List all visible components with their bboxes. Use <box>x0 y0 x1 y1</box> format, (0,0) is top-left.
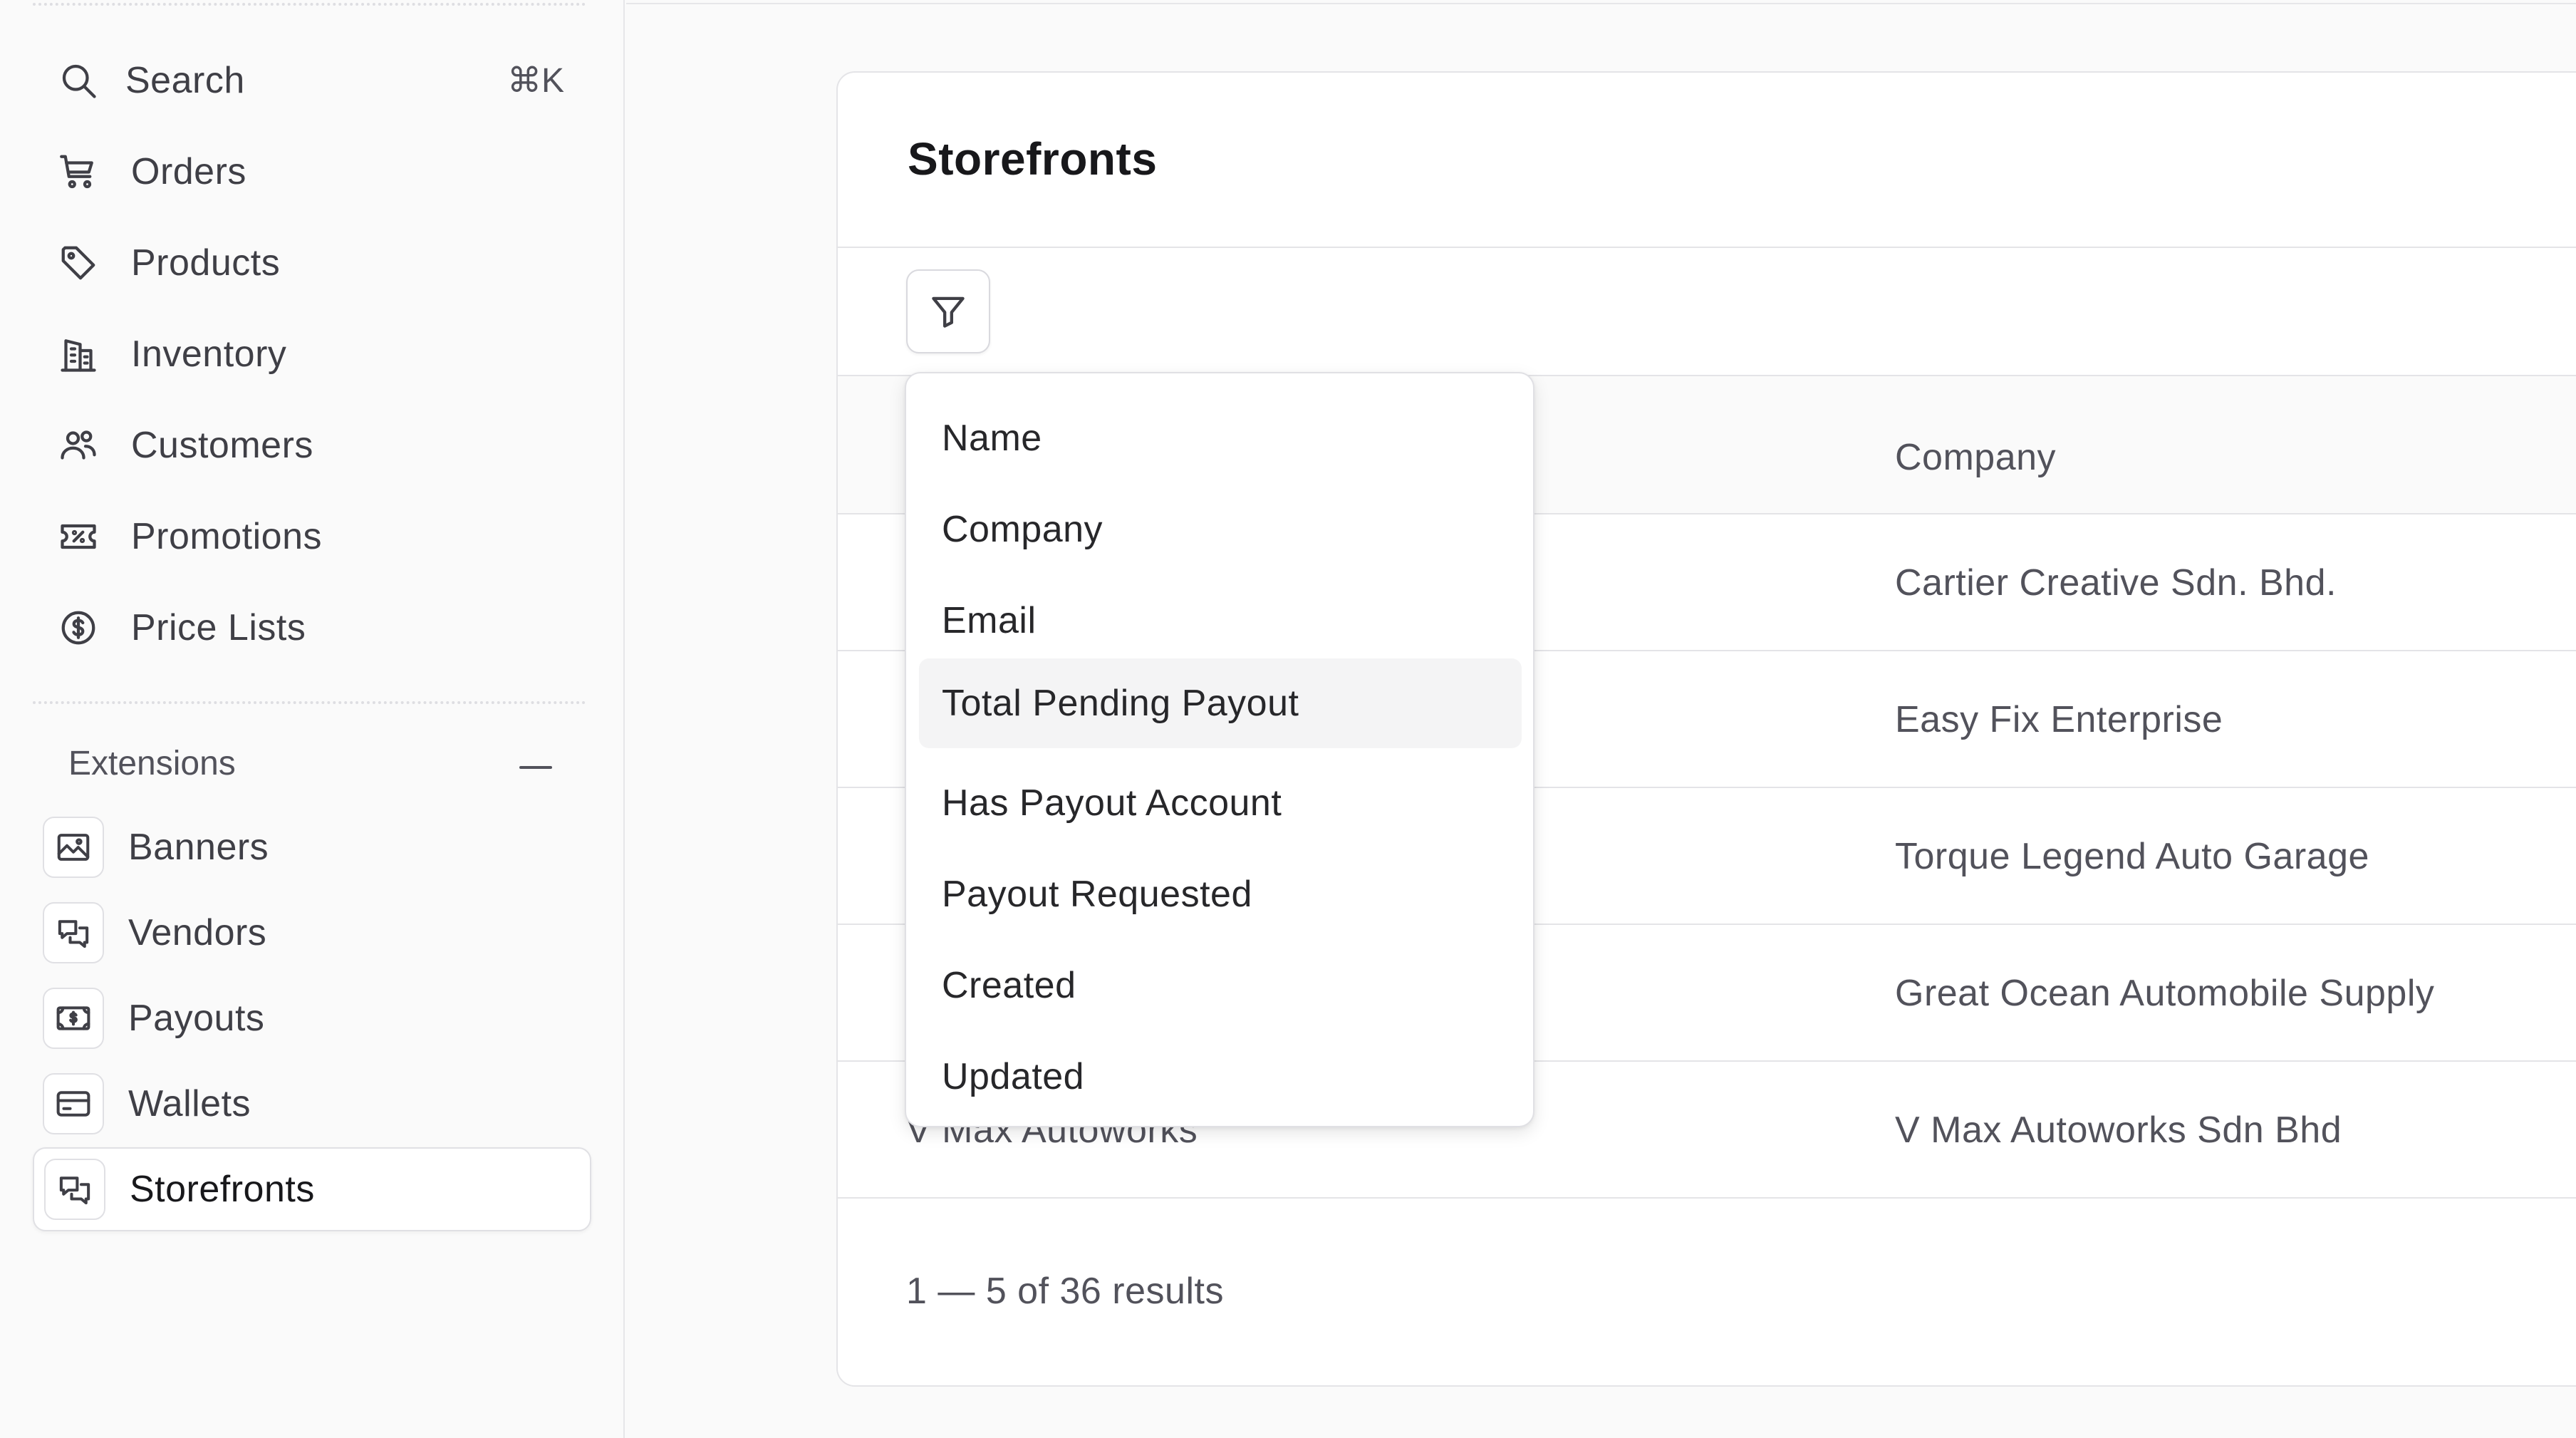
extensions-heading: Extensions <box>68 745 236 782</box>
page-title: Storefronts <box>908 133 1158 185</box>
sidebar-item-promotions[interactable]: Promotions <box>33 497 586 576</box>
cell-company: V Max Autoworks Sdn Bhd <box>1895 1109 2342 1151</box>
pagination-summary: 1 — 5 of 36 results <box>906 1271 1224 1312</box>
filter-option-name[interactable]: Name <box>919 393 1522 483</box>
sidebar-item-label: Banners <box>128 827 269 868</box>
cell-company: Easy Fix Enterprise <box>1895 699 2223 740</box>
divider <box>33 701 586 704</box>
filter-option-total-pending-payout[interactable]: Total Pending Payout <box>919 658 1522 748</box>
sidebar-item-label: Storefronts <box>130 1169 315 1210</box>
tag-icon <box>33 224 111 302</box>
divider <box>838 1197 2576 1199</box>
sidebar: Search ⌘K Orders Products Inventory Cust… <box>0 0 625 1438</box>
cell-company: Great Ocean Automobile Supply <box>1895 973 2435 1014</box>
sidebar-item-label: Vendors <box>128 912 267 953</box>
chat-bubbles-icon <box>44 1159 105 1220</box>
sidebar-item-label: Promotions <box>131 516 322 557</box>
sidebar-item-vendors[interactable]: Vendors <box>33 891 591 975</box>
sidebar-item-price-lists[interactable]: Price Lists <box>33 589 586 667</box>
sidebar-item-products[interactable]: Products <box>33 224 586 302</box>
filter-menu: Name Company Email Total Pending Payout … <box>905 372 1534 1127</box>
filter-option-payout-requested[interactable]: Payout Requested <box>919 849 1522 939</box>
divider <box>33 3 586 6</box>
search-button[interactable]: Search ⌘K <box>33 41 586 120</box>
cart-icon <box>33 133 111 211</box>
chat-bubbles-icon <box>43 902 104 963</box>
photo-icon <box>43 817 104 878</box>
filter-option-email[interactable]: Email <box>919 576 1522 666</box>
sidebar-item-label: Products <box>131 242 281 284</box>
sidebar-item-label: Orders <box>131 151 246 192</box>
filter-button[interactable] <box>906 269 990 353</box>
sidebar-item-inventory[interactable]: Inventory <box>33 315 586 393</box>
search-shortcut: ⌘K <box>507 62 564 100</box>
filter-option-has-payout-account[interactable]: Has Payout Account <box>919 758 1522 848</box>
sidebar-item-label: Payouts <box>128 998 265 1039</box>
sidebar-item-label: Wallets <box>128 1083 251 1124</box>
sidebar-item-orders[interactable]: Orders <box>33 133 586 211</box>
credit-card-icon <box>43 1073 104 1134</box>
header-divider <box>626 3 2576 4</box>
building-icon <box>33 315 111 393</box>
cell-company: Cartier Creative Sdn. Bhd. <box>1895 562 2337 604</box>
divider <box>838 247 2576 248</box>
sidebar-item-label: Price Lists <box>131 607 306 648</box>
funnel-icon <box>932 296 965 328</box>
sidebar-item-banners[interactable]: Banners <box>33 805 591 889</box>
filter-option-created[interactable]: Created <box>919 941 1522 1030</box>
sidebar-item-storefronts[interactable]: Storefronts <box>33 1147 591 1231</box>
search-label: Search <box>125 60 245 101</box>
currency-dollar-icon <box>33 589 111 667</box>
sidebar-item-label: Inventory <box>131 333 287 375</box>
filter-option-company[interactable]: Company <box>919 485 1522 574</box>
minus-icon <box>519 766 552 769</box>
search-icon <box>33 41 111 120</box>
receipt-percent-icon <box>33 497 111 576</box>
cash-icon <box>43 988 104 1049</box>
sidebar-item-payouts[interactable]: Payouts <box>33 976 591 1060</box>
sidebar-item-wallets[interactable]: Wallets <box>33 1062 591 1146</box>
collapse-extensions-button[interactable] <box>514 750 557 785</box>
cell-company: Torque Legend Auto Garage <box>1895 836 2369 877</box>
column-header-company[interactable]: Company <box>1895 436 2056 479</box>
filter-option-updated[interactable]: Updated <box>919 1032 1522 1122</box>
users-icon <box>33 406 111 485</box>
sidebar-item-label: Customers <box>131 425 313 466</box>
sidebar-item-customers[interactable]: Customers <box>33 406 586 485</box>
